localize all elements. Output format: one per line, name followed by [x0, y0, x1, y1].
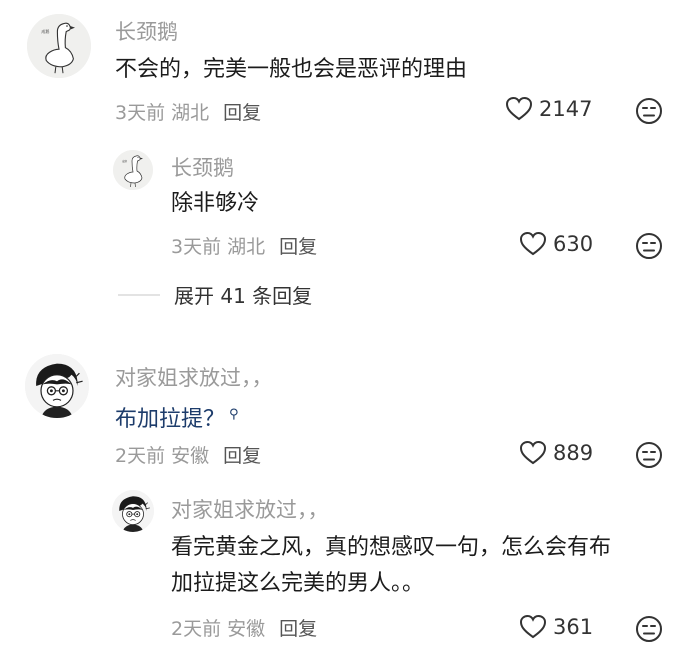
- dislike-icon[interactable]: [635, 97, 663, 125]
- comment-author[interactable]: 对家姐求放过，，: [115, 362, 273, 392]
- like-button[interactable]: 2147: [505, 96, 592, 122]
- expand-replies-button[interactable]: 展开 41 条回复: [118, 280, 312, 309]
- search-icon[interactable]: ⚲: [229, 407, 239, 422]
- reply-button[interactable]: 回复: [223, 102, 261, 124]
- like-count: 2147: [539, 97, 593, 121]
- dislike-icon[interactable]: [635, 615, 663, 643]
- like-count: 889: [553, 441, 594, 465]
- reply-button[interactable]: 回复: [279, 618, 317, 640]
- comment-location: 湖北: [171, 102, 210, 124]
- reply-button[interactable]: 回复: [223, 445, 261, 467]
- reply-time: 3天前: [171, 236, 222, 258]
- reply-button[interactable]: 回复: [279, 236, 317, 258]
- reply-time: 2天前: [171, 618, 222, 640]
- like-button[interactable]: 630: [519, 231, 593, 257]
- reply-meta: 2天前 安徽 回复: [171, 614, 317, 641]
- comment-location: 安徽: [171, 445, 210, 467]
- reply-location: 湖北: [227, 236, 266, 258]
- comment-time: 3天前: [115, 102, 166, 124]
- goose-icon[interactable]: [27, 14, 91, 78]
- dislike-icon[interactable]: [635, 441, 663, 469]
- comment-author[interactable]: 长颈鹅: [115, 16, 178, 46]
- reply-author[interactable]: 对家姐求放过，，: [171, 494, 329, 524]
- heart-icon: [519, 614, 547, 640]
- comment-meta: 2天前 安徽 回复: [115, 441, 261, 468]
- divider: [118, 293, 160, 296]
- dislike-icon[interactable]: [635, 232, 663, 260]
- reply-text: 除非够冷: [171, 191, 260, 216]
- comment-time: 2天前: [115, 445, 166, 467]
- reply-meta: 3天前 湖北 回复: [171, 232, 317, 259]
- like-button[interactable]: 361: [519, 614, 593, 640]
- anime-boy-icon[interactable]: [112, 490, 154, 532]
- like-button[interactable]: 889: [519, 440, 593, 466]
- search-link[interactable]: 布加拉提？: [115, 407, 225, 432]
- heart-icon: [505, 96, 533, 122]
- expand-replies-label: 展开 41 条回复: [174, 284, 313, 308]
- heart-icon: [519, 231, 547, 257]
- comment-text: 布加拉提？ ⚲: [115, 397, 239, 438]
- reply-text-line1: 看完黄金之风，真的想感叹一句，怎么会有布: [171, 535, 612, 560]
- heart-icon: [519, 440, 547, 466]
- reply-text-line2: 加拉提这么完美的男人。。: [171, 571, 425, 596]
- goose-icon[interactable]: [113, 150, 153, 190]
- reply-location: 安徽: [227, 618, 266, 640]
- reply-author[interactable]: 长颈鹅: [171, 152, 234, 182]
- like-count: 630: [553, 232, 594, 256]
- like-count: 361: [553, 615, 594, 639]
- comment-text: 不会的，完美一般也会是恶评的理由: [115, 57, 468, 82]
- anime-boy-icon[interactable]: [25, 354, 89, 418]
- comment-meta: 3天前 湖北 回复: [115, 98, 261, 125]
